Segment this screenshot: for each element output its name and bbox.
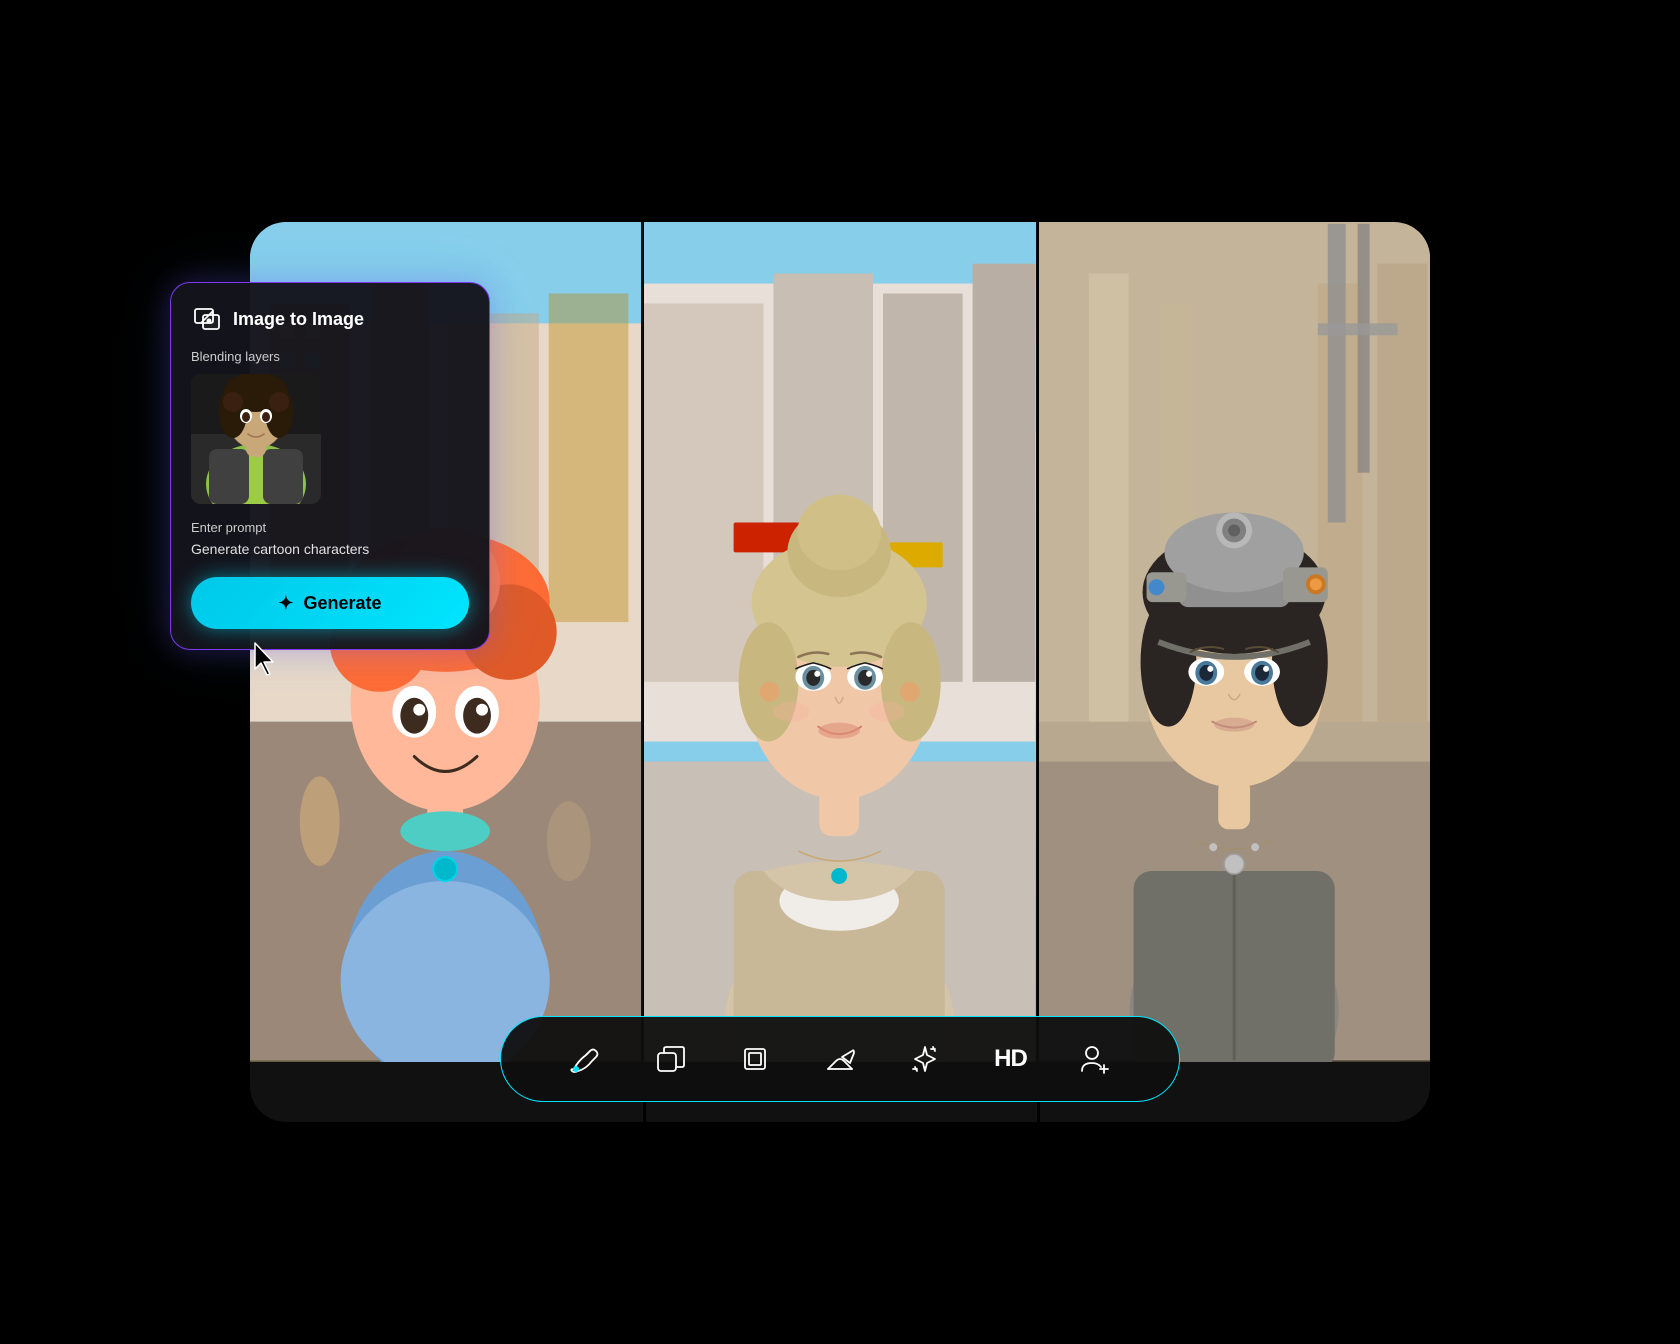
- blending-label: Blending layers: [191, 349, 469, 364]
- image-panel-realistic: [644, 222, 1035, 1062]
- toolbar: HD: [500, 1016, 1180, 1102]
- layers-tool-button[interactable]: [644, 1033, 696, 1085]
- panel-title: Image to Image: [233, 309, 364, 330]
- brush-tool-button[interactable]: [558, 1033, 610, 1085]
- magic-tool-button[interactable]: [899, 1033, 951, 1085]
- cursor: [251, 641, 279, 677]
- panel-header: Image to Image: [191, 303, 469, 335]
- eraser-tool-button[interactable]: [814, 1033, 866, 1085]
- image-panel-cyborg: [1039, 222, 1430, 1062]
- crop-tool-button[interactable]: [729, 1033, 781, 1085]
- generate-button[interactable]: ✦ Generate: [191, 577, 469, 629]
- person-add-tool-button[interactable]: [1070, 1033, 1122, 1085]
- prompt-value[interactable]: Generate cartoon characters: [191, 541, 469, 557]
- generate-label: Generate: [304, 593, 382, 614]
- scene-container: HD Image: [140, 122, 1540, 1222]
- image-to-image-icon: [191, 303, 223, 335]
- blending-thumbnail[interactable]: [191, 374, 321, 504]
- prompt-label: Enter prompt: [191, 520, 469, 535]
- panel-card: Image to Image Blending layers: [170, 282, 490, 650]
- hd-tool-button[interactable]: HD: [985, 1033, 1037, 1085]
- generate-star-icon: ✦: [278, 593, 293, 614]
